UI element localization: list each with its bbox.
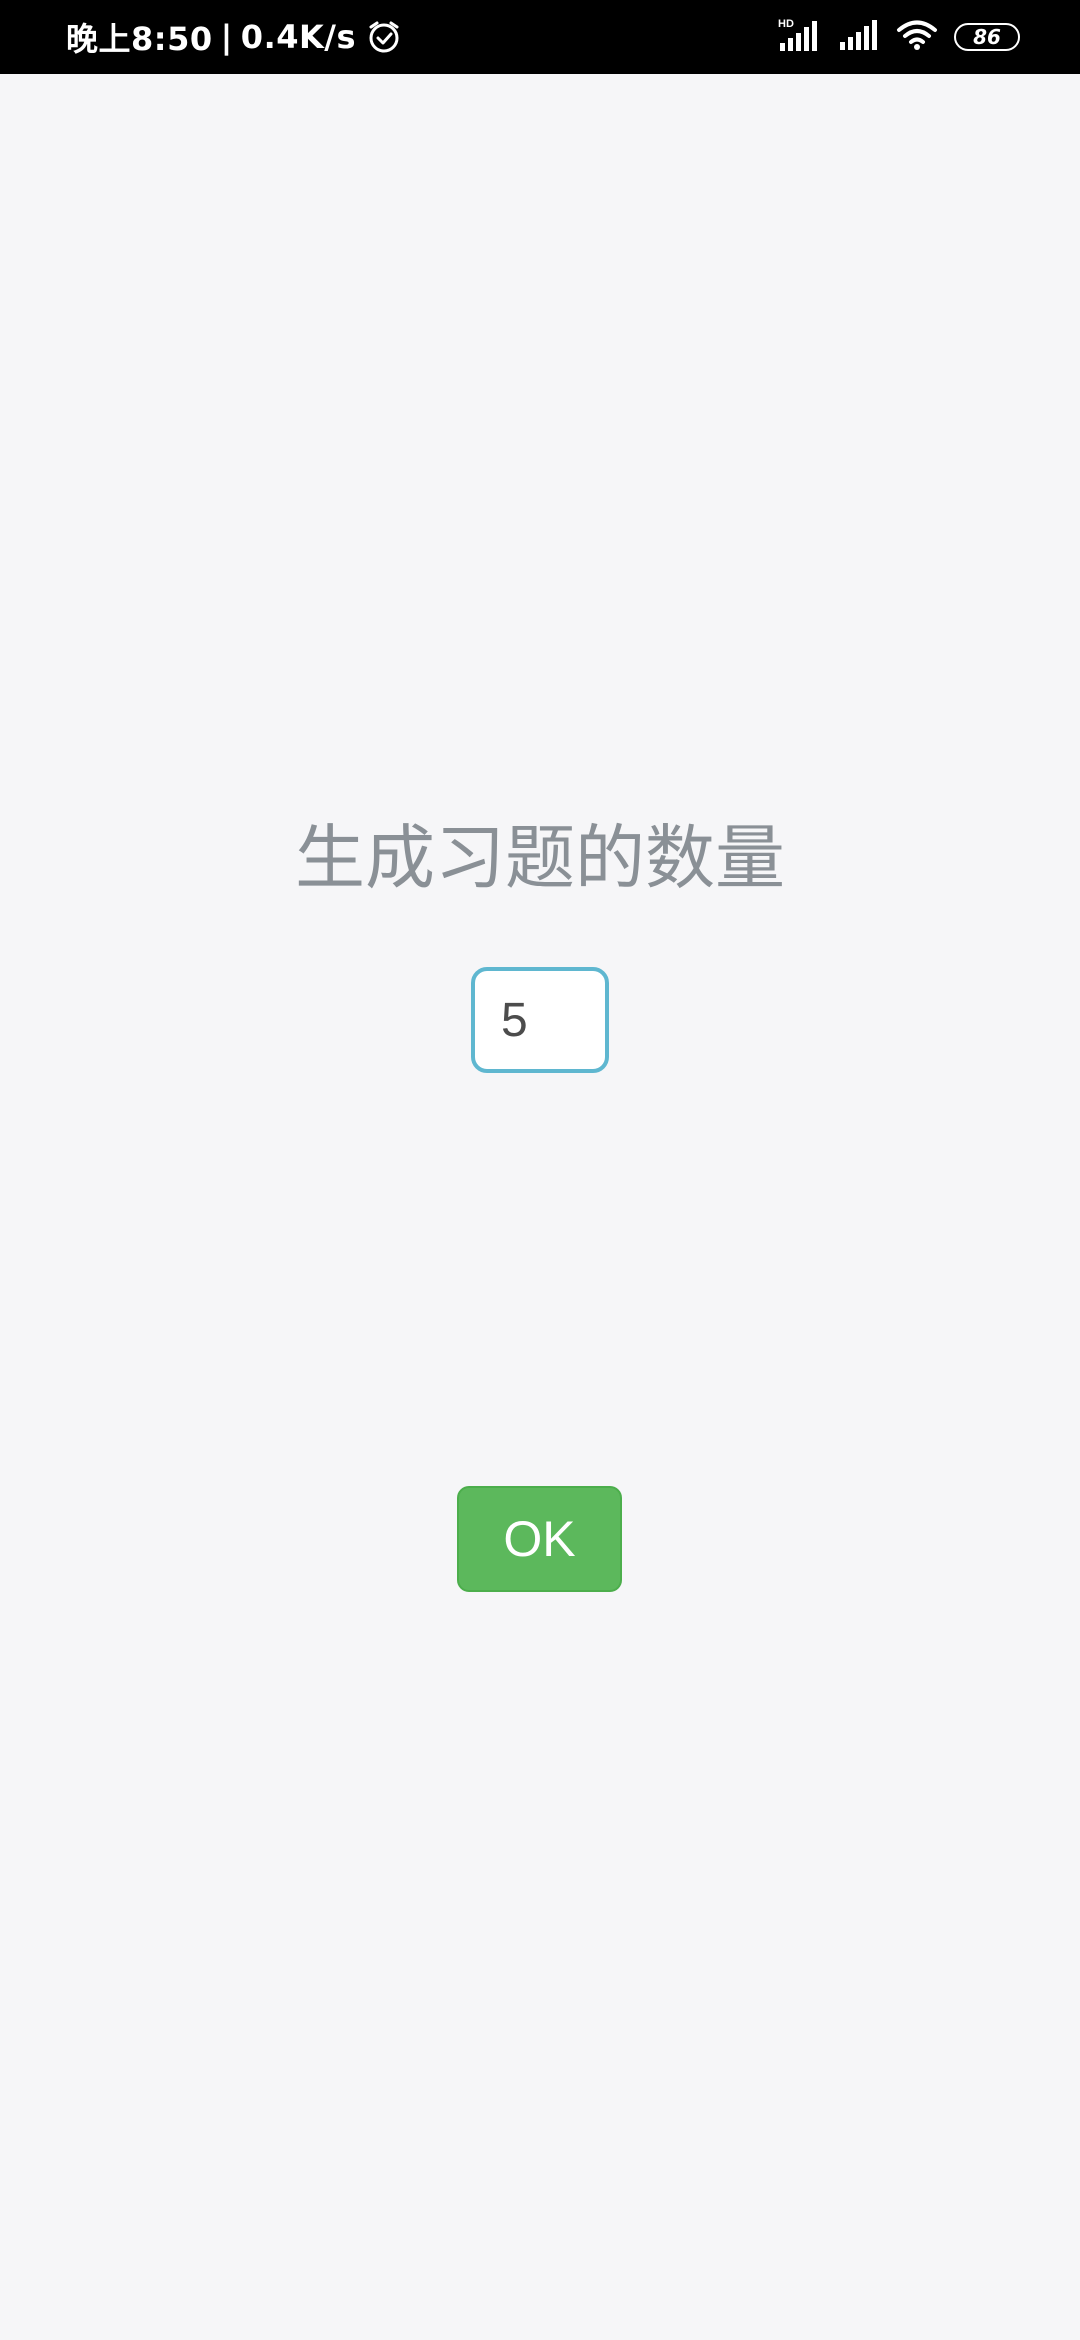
- network-speed: 0.4K/s: [240, 18, 357, 56]
- status-time: 晚上8:50: [66, 20, 213, 58]
- ok-button[interactable]: OK: [457, 1486, 622, 1592]
- status-right: HD 86: [778, 0, 1020, 74]
- alarm-icon: [366, 19, 402, 55]
- svg-text:HD: HD: [778, 18, 794, 30]
- main-content: 生成习题的数量 OK: [0, 74, 1080, 2340]
- battery-indicator: 86: [954, 23, 1020, 51]
- question-count-input[interactable]: [471, 967, 609, 1073]
- cellular-signal-icon: [838, 18, 880, 56]
- hd-signal-icon: HD: [778, 17, 822, 57]
- status-separator: |: [220, 18, 233, 56]
- wifi-icon: [896, 19, 938, 55]
- status-bar: 晚上8:50 | 0.4K/s HD 86: [0, 0, 1080, 74]
- status-left: 晚上8:50 | 0.4K/s: [66, 0, 402, 74]
- page-title: 生成习题的数量: [295, 817, 785, 899]
